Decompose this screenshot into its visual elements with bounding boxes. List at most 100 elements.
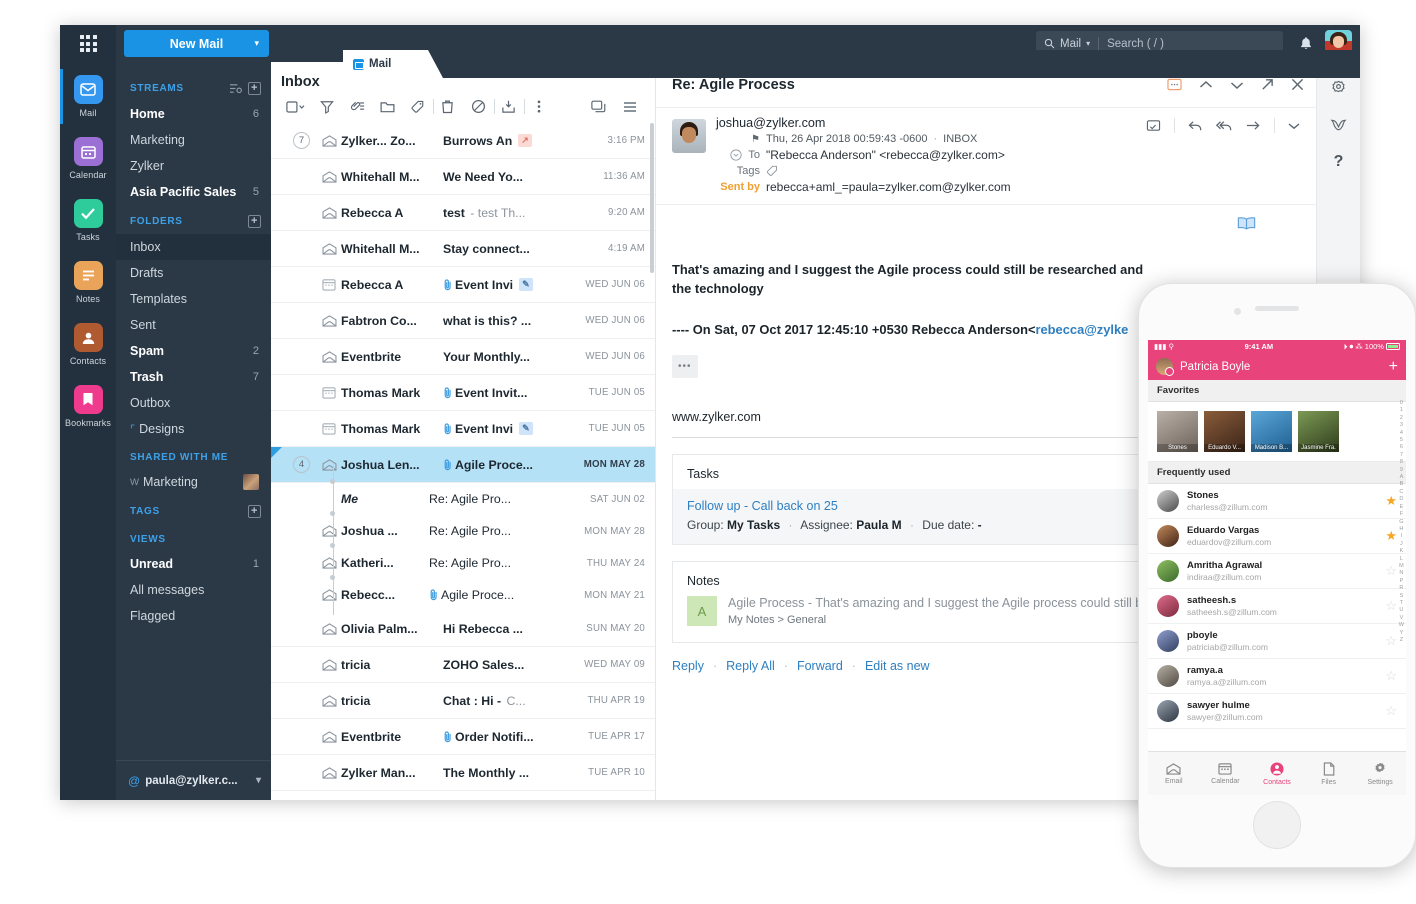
alpha-index-letter[interactable]: 7	[1400, 452, 1403, 459]
read-status-icon[interactable]	[317, 622, 341, 635]
favorite-star-icon[interactable]: ☆	[1385, 668, 1397, 684]
sidebar-item-marketing[interactable]: Marketing	[116, 127, 271, 153]
chevron-down-icon[interactable]: ▾	[254, 38, 259, 49]
contact-list-item[interactable]: sawyer hulme sawyer@zillum.com ☆	[1148, 694, 1406, 729]
sidebar-item-asia-pacific-sales[interactable]: Asia Pacific Sales 5	[116, 179, 271, 205]
add-folder-button[interactable]: +	[248, 215, 261, 228]
favorite-star-icon[interactable]: ★	[1385, 493, 1397, 509]
forward-link[interactable]: Forward	[797, 659, 843, 673]
alpha-index-letter[interactable]: 4	[1400, 430, 1403, 437]
alpha-index-letter[interactable]: Y	[1400, 630, 1404, 637]
mail-row[interactable]: tricia Chat : Hi - C... THU APR 19	[271, 683, 655, 719]
favorite-star-icon[interactable]: ★	[1385, 528, 1397, 544]
mail-row[interactable]: Eventbrite Order Notifi... TUE APR 17	[271, 719, 655, 755]
sidebar-item-templates[interactable]: Templates	[116, 286, 271, 312]
mail-thread-row[interactable]: Rebecc... Agile Proce... MON MAY 21	[271, 579, 655, 611]
quoted-email-link[interactable]: rebecca@zylke	[1036, 322, 1129, 337]
delete-icon[interactable]	[433, 92, 463, 122]
alpha-index-letter[interactable]: D	[1399, 496, 1403, 503]
mail-row[interactable]: Whitehall M... We Need Yo... 11:36 AM	[271, 159, 655, 195]
alpha-index-letter[interactable]: U	[1399, 607, 1403, 614]
alpha-index-letter[interactable]: 1	[1400, 407, 1403, 414]
sidebar-item-home[interactable]: Home 6	[116, 101, 271, 127]
tab-mail[interactable]: Mail	[343, 50, 443, 78]
read-status-icon[interactable]	[317, 350, 341, 363]
phone-home-button[interactable]	[1253, 801, 1301, 849]
read-status-icon[interactable]	[317, 278, 341, 291]
alpha-index-letter[interactable]: 9	[1400, 467, 1403, 474]
conversation-view-icon[interactable]	[584, 92, 614, 122]
read-status-icon[interactable]	[317, 134, 341, 147]
mail-row[interactable]: Rebecca A test - test Th... 9:20 AM	[271, 195, 655, 231]
attachment-list-icon[interactable]	[342, 92, 372, 122]
read-status-icon[interactable]	[317, 730, 341, 743]
read-status-icon[interactable]	[317, 525, 341, 537]
contact-list-item[interactable]: Stones charless@zillum.com ★	[1148, 484, 1406, 519]
rail-item-contacts[interactable]: Contacts	[60, 323, 116, 366]
favorite-contact-tile[interactable]: Madison B...	[1251, 411, 1292, 452]
tag-icon[interactable]	[766, 165, 778, 177]
alpha-index-letter[interactable]: 0	[1400, 400, 1403, 407]
alpha-index-letter[interactable]: N	[1399, 570, 1403, 577]
favorite-star-icon[interactable]: ☆	[1385, 598, 1397, 614]
phone-tab-calendar[interactable]: Calendar	[1200, 752, 1252, 795]
more-chevron-icon[interactable]	[1288, 122, 1300, 130]
reply-icon[interactable]	[1188, 120, 1203, 132]
favorite-contact-tile[interactable]: Eduardo V...	[1204, 411, 1245, 452]
mail-thread-row[interactable]: Katheri... Re: Agile Pro... THU MAY 24	[271, 547, 655, 579]
account-switcher[interactable]: @ paula@zylker.c... ▾	[116, 760, 271, 800]
alpha-index-letter[interactable]: S	[1400, 593, 1404, 600]
rail-item-bookmarks[interactable]: Bookmarks	[60, 385, 116, 428]
contact-list-item[interactable]: ramya.a ramya.a@zillum.com ☆	[1148, 659, 1406, 694]
phone-tab-settings[interactable]: Settings	[1354, 752, 1406, 795]
alpha-index-letter[interactable]: I	[1401, 533, 1403, 540]
alpha-index-letter[interactable]: G	[1399, 519, 1403, 526]
add-stream-button[interactable]: +	[248, 82, 261, 95]
sidebar-item-spam[interactable]: Spam 2	[116, 338, 271, 364]
task-badge-icon[interactable]: ✎	[519, 278, 533, 291]
help-icon[interactable]: ?	[1334, 153, 1344, 171]
flag-icon[interactable]: ⚑	[716, 134, 760, 145]
phone-tab-files[interactable]: Files	[1303, 752, 1355, 795]
task-badge-icon[interactable]: ✎	[519, 422, 533, 435]
rail-item-calendar[interactable]: Calendar	[60, 137, 116, 180]
book-open-icon[interactable]	[1237, 216, 1256, 231]
stream-settings-icon[interactable]	[229, 83, 242, 94]
sidebar-item-zylker[interactable]: Zylker	[116, 153, 271, 179]
previous-icon[interactable]	[1199, 80, 1213, 90]
mail-thread-row[interactable]: Joshua ... Re: Agile Pro... MON MAY 28	[271, 515, 655, 547]
folder-icon[interactable]	[372, 92, 402, 122]
read-status-icon[interactable]	[317, 386, 341, 399]
print-icon[interactable]	[1146, 119, 1161, 133]
close-icon[interactable]	[1291, 78, 1304, 91]
read-status-icon[interactable]	[317, 422, 341, 435]
sidebar-item-trash[interactable]: Trash 7	[116, 364, 271, 390]
alpha-index-letter[interactable]: L	[1400, 556, 1403, 563]
mail-row[interactable]: Whitehall M... Stay connect... 4:19 AM	[271, 231, 655, 267]
sidebar-item-all-messages[interactable]: All messages	[116, 577, 271, 603]
mail-list-scrollbar[interactable]	[650, 123, 654, 273]
alpha-index-letter[interactable]: H	[1399, 526, 1403, 533]
alpha-index-letter[interactable]: K	[1400, 548, 1404, 555]
alpha-index-letter[interactable]: 3	[1400, 422, 1403, 429]
read-status-icon[interactable]	[317, 170, 341, 183]
alpha-index-letter[interactable]: B	[1400, 481, 1404, 488]
popout-icon[interactable]	[1261, 78, 1274, 91]
scope-chevron-icon[interactable]: ▾	[1086, 39, 1090, 48]
mail-row[interactable]: Rebecca A Event Invi ✎ WED JUN 06	[271, 267, 655, 303]
mail-row[interactable]: Eventbrite Your Monthly... WED JUN 06	[271, 339, 655, 375]
read-status-icon[interactable]	[317, 458, 341, 471]
forward-icon[interactable]	[1246, 120, 1261, 131]
alpha-index-letter[interactable]: M	[1399, 563, 1404, 570]
alpha-index-letter[interactable]: T	[1400, 600, 1403, 607]
add-contact-button[interactable]: +	[1389, 358, 1398, 376]
mail-row[interactable]: 7 Zylker... Zo... Burrows An ↗ 3:16 PM	[271, 123, 655, 159]
read-status-icon[interactable]	[317, 206, 341, 219]
favorite-contact-tile[interactable]: Stones	[1157, 411, 1198, 452]
reply-link[interactable]: Reply	[672, 659, 704, 673]
alpha-index-letter[interactable]: W	[1399, 622, 1404, 629]
add-tag-button[interactable]: +	[248, 505, 261, 518]
alpha-index-letter[interactable]: E	[1400, 504, 1404, 511]
notifications-bell-icon[interactable]	[1299, 36, 1313, 51]
read-status-icon[interactable]	[317, 658, 341, 671]
